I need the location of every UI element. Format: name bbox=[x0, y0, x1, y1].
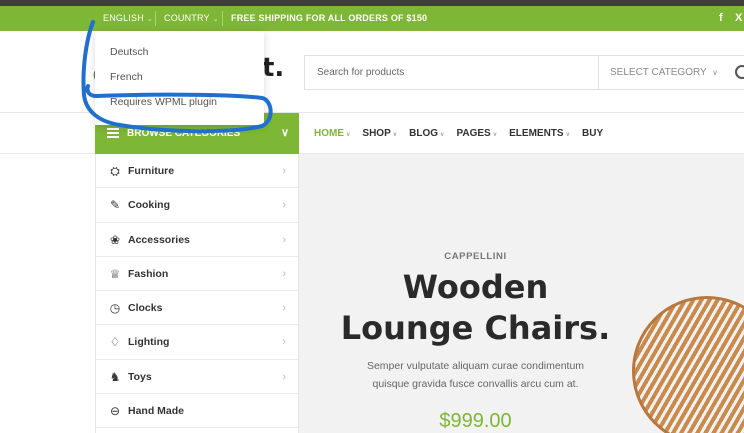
toy-icon: ♞ bbox=[109, 369, 121, 384]
hero-title: Wooden Lounge Chairs. bbox=[340, 268, 611, 347]
category-item-toys[interactable]: ♞ Toys › bbox=[96, 360, 298, 395]
x-icon[interactable]: X bbox=[735, 6, 742, 31]
category-item-furniture[interactable]: ⛭ Furniture › bbox=[96, 154, 298, 189]
category-item-lighting[interactable]: ♢ Lighting › bbox=[96, 325, 298, 360]
free-shipping-text: FREE SHIPPING FOR ALL ORDERS OF $150 bbox=[231, 13, 428, 23]
category-select[interactable]: SELECT CATEGORY ∨ bbox=[598, 56, 726, 89]
fashion-icon: ♕ bbox=[109, 266, 121, 281]
category-sidebar: ⛭ Furniture › ✎ Cooking › ❀ Accessories › ♕ Fas… bbox=[95, 154, 299, 433]
nav-item-elements[interactable]: ELEMENTS ∨ bbox=[509, 128, 570, 139]
nav-item-home[interactable]: HOME ∨ bbox=[314, 128, 350, 139]
chevron-right-icon: › bbox=[282, 233, 286, 246]
accessories-icon: ❀ bbox=[109, 232, 121, 247]
language-dropdown: Deutsch French Requires WPML plugin bbox=[95, 31, 264, 125]
nav-item-blog[interactable]: BLOG ∨ bbox=[409, 128, 444, 139]
chevron-right-icon: › bbox=[282, 302, 286, 315]
divider bbox=[222, 11, 223, 26]
menu-icon bbox=[107, 126, 119, 140]
clock-icon: ◷ bbox=[109, 301, 121, 316]
language-option-deutsch[interactable]: Deutsch bbox=[95, 40, 264, 65]
chevron-right-icon: › bbox=[282, 165, 286, 177]
country-switcher[interactable]: COUNTRY ⌄ bbox=[164, 6, 219, 31]
chevron-right-icon: › bbox=[282, 370, 286, 383]
top-bar: ENGLISH ⌄ COUNTRY ⌄ FREE SHIPPING FOR ALL … bbox=[0, 6, 744, 31]
bulb-icon: ♢ bbox=[109, 335, 121, 350]
main-nav: HOME ∨ SHOP ∨ BLOG ∨ PAGES ∨ ELEMENTS ∨ BUY bbox=[314, 113, 615, 154]
logo[interactable]: t. bbox=[262, 53, 284, 83]
nav-item-pages[interactable]: PAGES ∨ bbox=[456, 128, 497, 139]
divider bbox=[155, 11, 156, 26]
chevron-right-icon: › bbox=[282, 267, 286, 280]
hero-banner: CAPPELLINI Wooden Lounge Chairs. Semper v… bbox=[299, 154, 744, 433]
category-item-fashion[interactable]: ♕ Fashion › bbox=[96, 257, 298, 292]
hero-brand: CAPPELLINI bbox=[444, 251, 507, 262]
category-item-cooking[interactable]: ✎ Cooking › bbox=[96, 188, 298, 223]
category-item-hand-made[interactable]: ⊖ Hand Made bbox=[96, 394, 298, 429]
wpml-notice: Requires WPML plugin bbox=[110, 96, 217, 108]
language-switcher[interactable]: ENGLISH ⌄ bbox=[103, 6, 153, 31]
hero-price: $999.00 bbox=[439, 410, 512, 432]
search-icon[interactable] bbox=[735, 65, 744, 79]
nav-item-buy[interactable]: BUY bbox=[582, 128, 603, 139]
chevron-right-icon: › bbox=[282, 336, 286, 349]
page: ENGLISH ⌄ COUNTRY ⌄ FREE SHIPPING FOR ALL … bbox=[0, 0, 744, 433]
nav-item-shop[interactable]: SHOP ∨ bbox=[362, 128, 397, 139]
chevron-down-icon: ∨ bbox=[280, 127, 289, 139]
cooking-icon: ✎ bbox=[109, 198, 121, 213]
hero-description: Semper vulputate aliquam curae condiment… bbox=[366, 360, 585, 390]
armchair-icon: ⛭ bbox=[110, 164, 120, 178]
category-item-accessories[interactable]: ❀ Accessories › bbox=[96, 223, 298, 257]
chevron-down-icon: ⌄ bbox=[146, 16, 153, 23]
chevron-down-icon: ⌄ bbox=[212, 16, 219, 23]
facebook-icon[interactable]: f bbox=[719, 6, 723, 31]
search-bar: Search for products SELECT CATEGORY ∨ bbox=[304, 55, 744, 90]
chevron-right-icon: › bbox=[282, 199, 286, 212]
handmade-icon: ⊖ bbox=[109, 404, 121, 419]
language-option-french[interactable]: French bbox=[95, 65, 264, 90]
chevron-down-icon: ∨ bbox=[712, 68, 718, 77]
search-input[interactable]: Search for products bbox=[317, 56, 404, 90]
category-item-clocks[interactable]: ◷ Clocks › bbox=[96, 291, 298, 326]
